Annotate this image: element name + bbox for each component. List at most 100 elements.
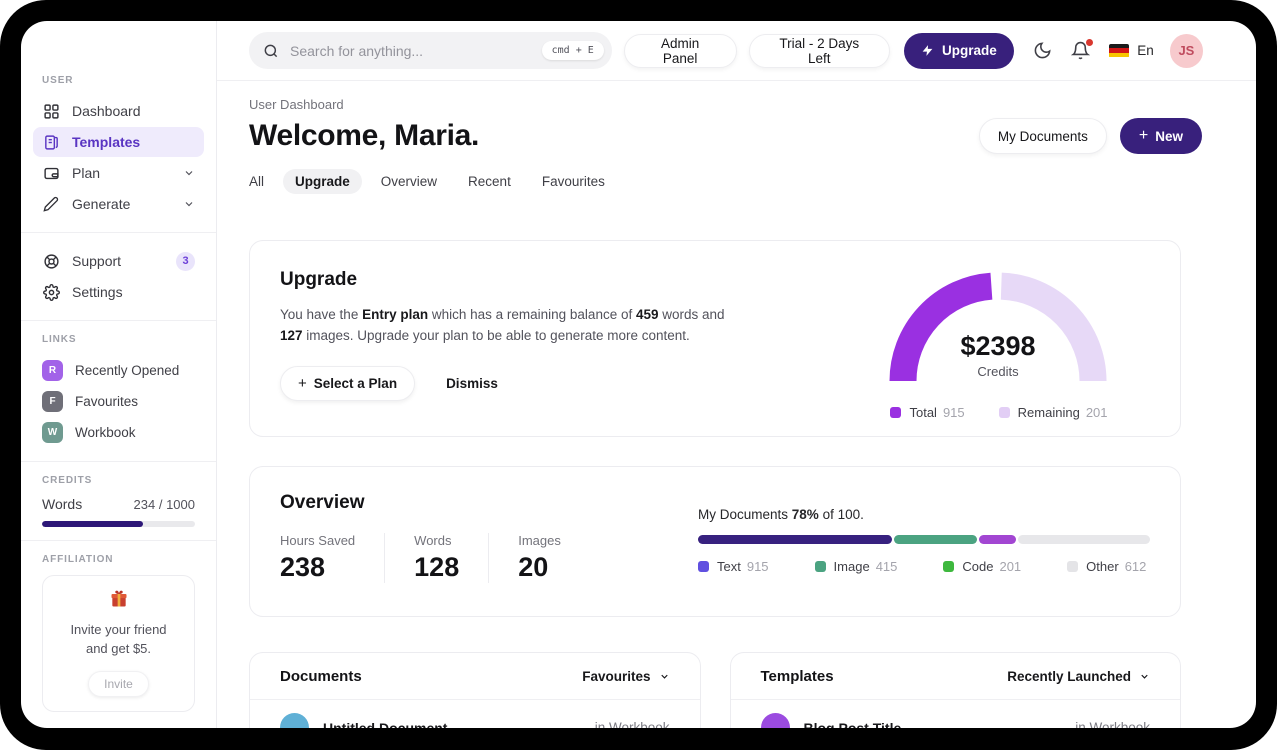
tab-recent[interactable]: Recent — [456, 169, 523, 194]
sidebar-link-favourites[interactable]: F Favourites — [33, 386, 204, 417]
document-row[interactable]: Untitled Document in Workbook — [250, 700, 700, 728]
upgrade-card: Upgrade You have the Entry plan which ha… — [249, 240, 1181, 437]
notification-dot — [1085, 39, 1093, 46]
templates-doc-icon — [42, 133, 60, 151]
template-avatar — [760, 713, 790, 728]
sidebar-divider — [21, 540, 216, 541]
legend-item-remaining: Remaining 201 — [998, 405, 1108, 420]
sidebar-section-affiliation: AFFILIATION — [42, 554, 114, 565]
admin-panel-button[interactable]: Admin Panel — [623, 33, 737, 68]
overview-card: Overview Hours Saved 238 Words 128 Image… — [249, 466, 1181, 617]
sidebar-link-recently-opened[interactable]: R Recently Opened — [33, 355, 204, 386]
sidebar-item-templates[interactable]: Templates — [33, 127, 204, 157]
gauge-value: $2398 — [960, 331, 1035, 361]
lifebuoy-icon — [42, 252, 60, 270]
sidebar-item-dashboard[interactable]: Dashboard — [33, 96, 204, 126]
gauge-chart: $2398 Credits — [889, 272, 1107, 382]
filter-tabs: All Upgrade Overview Recent Favourites — [237, 169, 1181, 194]
sidebar: USER Dashboard Templates Plan Generate S… — [21, 21, 217, 728]
language-flag-icon[interactable] — [1108, 43, 1130, 58]
search-placeholder: Search for anything... — [290, 42, 424, 59]
stat-words: Words 128 — [414, 533, 490, 583]
legend-swatch — [1067, 561, 1079, 572]
legend-item-code: Code 201 — [943, 559, 1021, 574]
search-input[interactable]: Search for anything... cmd + E — [249, 32, 612, 69]
app-window: USER Dashboard Templates Plan Generate S… — [21, 21, 1256, 728]
sidebar-item-label: Support — [72, 253, 122, 269]
stacked-bar-chart — [698, 535, 1151, 544]
tab-upgrade[interactable]: Upgrade — [283, 169, 362, 194]
templates-card-header: Templates Recently Launched — [730, 653, 1180, 700]
sidebar-item-label: Dashboard — [72, 103, 141, 119]
sidebar-link-label: Favourites — [75, 394, 139, 409]
link-initial-badge: W — [42, 422, 63, 443]
new-button[interactable]: + New — [1119, 118, 1202, 154]
credits-value: 234 / 1000 — [133, 497, 195, 512]
legend-swatch — [998, 407, 1010, 418]
template-row[interactable]: Blog Post Title in Workbook — [731, 700, 1181, 728]
wallet-icon — [42, 164, 60, 182]
user-avatar[interactable]: JS — [1169, 33, 1203, 68]
upgrade-card-left: Upgrade You have the Entry plan which ha… — [280, 269, 735, 408]
link-initial-badge: F — [42, 391, 63, 412]
template-title: Blog Post Title — [803, 719, 902, 729]
plus-icon: + — [1138, 127, 1149, 144]
tab-overview[interactable]: Overview — [369, 169, 449, 194]
dismiss-button[interactable]: Dismiss — [446, 376, 498, 391]
legend-item-image: Image 415 — [814, 559, 897, 574]
document-avatar — [280, 713, 309, 728]
gauge-label: Credits — [977, 364, 1019, 379]
lightning-icon — [921, 44, 934, 57]
bar-segment-code — [978, 535, 1017, 544]
overview-card-left: Overview Hours Saved 238 Words 128 Image… — [280, 492, 561, 591]
sidebar-item-generate[interactable]: Generate — [33, 189, 204, 219]
legend-swatch — [943, 561, 955, 572]
stat-hours-saved: Hours Saved 238 — [280, 533, 386, 583]
documents-card-title: Documents — [280, 667, 362, 685]
sidebar-item-settings[interactable]: Settings — [33, 277, 204, 307]
notifications-button[interactable] — [1070, 39, 1093, 60]
trial-status-button[interactable]: Trial - 2 Days Left — [748, 33, 891, 68]
sidebar-item-plan[interactable]: Plan — [33, 158, 204, 188]
templates-card-title: Templates — [760, 667, 834, 685]
template-location: in Workbook — [1075, 720, 1150, 728]
stacked-bar-legend: Text 915 Image 415 Code 201 Other 612 — [698, 559, 1150, 574]
breadcrumb: User Dashboard — [249, 97, 344, 112]
sidebar-divider — [21, 320, 216, 321]
page-content: User Dashboard Welcome, Maria. My Docume… — [217, 81, 1256, 728]
documents-progress-caption: My Documents 78% of 100. — [698, 507, 864, 522]
pencil-icon — [42, 195, 60, 213]
legend-item-total: Total 915 — [890, 405, 965, 420]
support-count-badge: 3 — [176, 251, 195, 271]
sidebar-item-label: Settings — [72, 284, 123, 300]
documents-card-header: Documents Favourites — [250, 653, 700, 700]
select-plan-button[interactable]: + Select a Plan — [280, 365, 416, 401]
documents-filter-dropdown[interactable]: Favourites — [582, 669, 669, 684]
main-area: Search for anything... cmd + E Admin Pan… — [217, 21, 1256, 728]
language-selector[interactable]: En — [1137, 43, 1154, 58]
affiliation-card: Invite your friend and get $5. Invite — [42, 575, 195, 712]
sidebar-item-label: Generate — [72, 196, 131, 212]
tab-favourites[interactable]: Favourites — [530, 169, 617, 194]
sidebar-divider — [21, 232, 216, 233]
topbar: Search for anything... cmd + E Admin Pan… — [217, 21, 1256, 81]
upgrade-button[interactable]: Upgrade — [904, 32, 1014, 69]
sidebar-item-label: Plan — [72, 165, 101, 181]
sidebar-section-links: LINKS — [42, 334, 77, 345]
dark-mode-toggle[interactable] — [1033, 41, 1052, 60]
credits-progress-fill — [42, 521, 143, 527]
my-documents-button[interactable]: My Documents — [978, 118, 1107, 154]
gauge-legend: Total 915 Remaining 201 — [888, 405, 1110, 420]
invite-button[interactable]: Invite — [88, 670, 149, 697]
credits-label: Words — [42, 496, 83, 512]
sidebar-link-workbook[interactable]: W Workbook — [33, 417, 204, 448]
bar-segment-image — [894, 535, 977, 544]
sidebar-item-support[interactable]: Support 3 — [33, 246, 204, 276]
legend-item-text: Text 915 — [698, 559, 769, 574]
bar-segment-text — [698, 535, 893, 544]
chevron-down-icon — [1139, 671, 1150, 682]
stat-images: Images 20 — [518, 533, 561, 582]
sidebar-divider — [21, 461, 216, 462]
templates-filter-dropdown[interactable]: Recently Launched — [1007, 669, 1150, 684]
tab-all[interactable]: All — [237, 169, 276, 194]
